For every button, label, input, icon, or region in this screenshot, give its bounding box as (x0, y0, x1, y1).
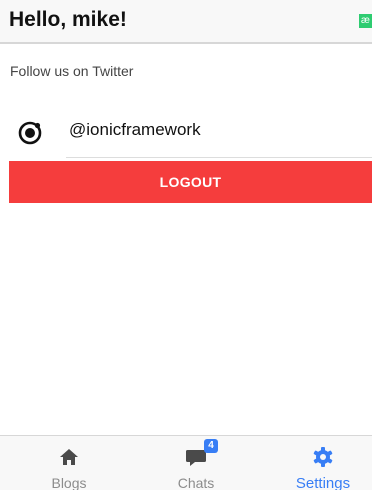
tab-label-chats: Chats (177, 475, 215, 490)
follow-twitter-label: Follow us on Twitter (10, 63, 134, 79)
page-title: Hello, mike! (9, 8, 127, 31)
corner-app-badge: æ (359, 14, 372, 28)
header-toolbar: Hello, mike! æ (0, 0, 372, 44)
tab-label-blogs: Blogs (51, 475, 87, 490)
gear-icon (313, 447, 333, 467)
tab-chats[interactable]: 4 Chats (134, 436, 258, 490)
bottom-tab-bar: Blogs 4 Chats Settings (0, 435, 372, 490)
logout-button[interactable]: LOGOUT (9, 161, 372, 203)
tab-settings[interactable]: Settings (264, 436, 372, 490)
ionic-logo-icon (18, 121, 42, 145)
twitter-handle-item[interactable]: @ionicframework (0, 110, 372, 158)
home-icon (60, 449, 78, 465)
tab-blogs[interactable]: Blogs (10, 436, 128, 490)
twitter-handle-text: @ionicframework (69, 120, 201, 139)
item-divider (66, 157, 372, 158)
chat-count-badge: 4 (204, 439, 218, 453)
tab-label-settings: Settings (295, 475, 351, 490)
app-screen: Hello, mike! æ Follow us on Twitter @ion… (0, 0, 372, 490)
